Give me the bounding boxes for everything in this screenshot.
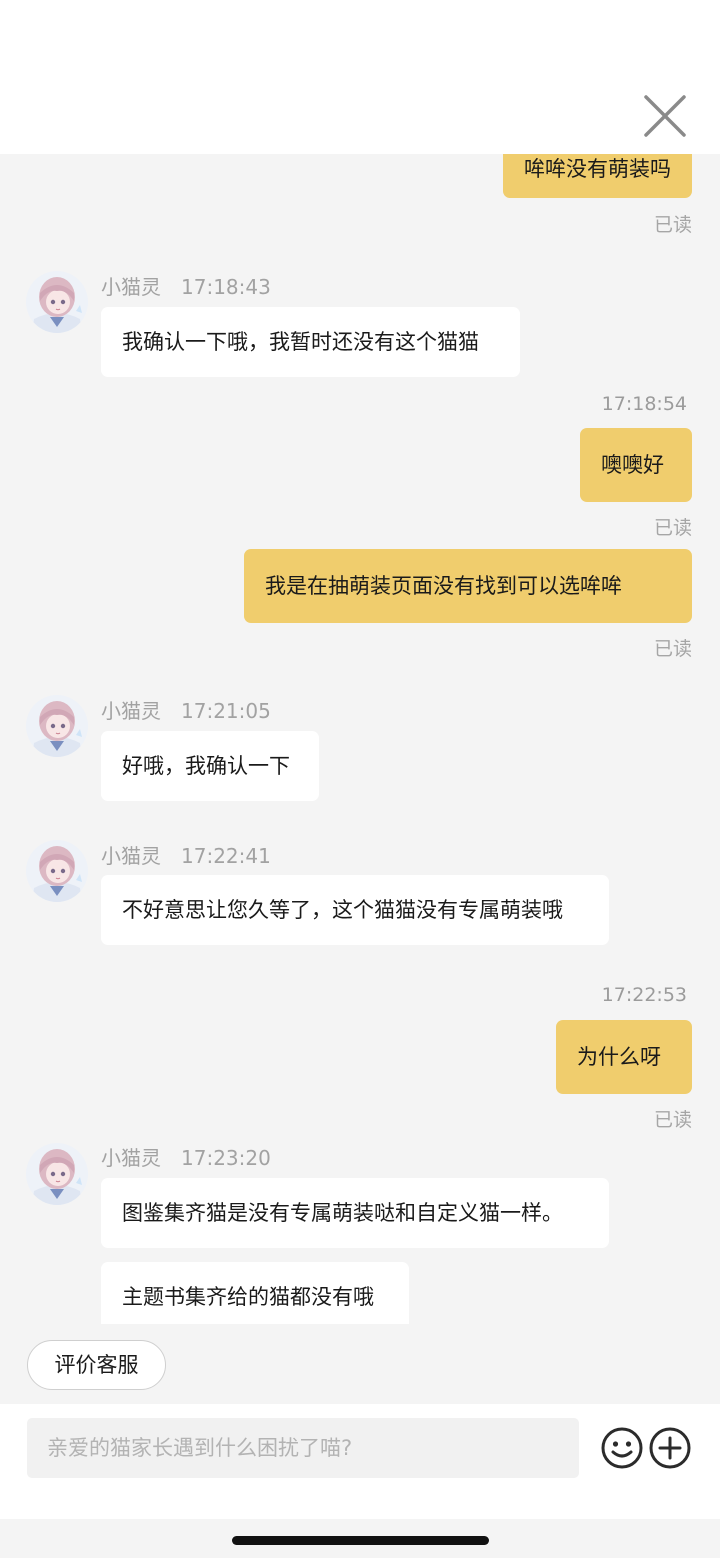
message-text: 我确认一下哦，我暂时还没有这个猫猫: [122, 330, 479, 354]
user-message-bubble: 我是在抽萌装页面没有找到可以选哞哞: [244, 549, 692, 623]
agent-message-bubble: 不好意思让您久等了，这个猫猫没有专属萌装哦: [101, 875, 609, 945]
agent-message-bubble: 我确认一下哦，我暂时还没有这个猫猫: [101, 307, 520, 377]
user-message-bubble: 哞哞没有萌装吗: [503, 154, 692, 198]
message-text: 好哦，我确认一下: [122, 754, 290, 778]
agent-message-bubble: 好哦，我确认一下: [101, 731, 319, 801]
agent-name: 小猫灵: [101, 275, 161, 299]
agent-message-bubble: 图鉴集齐猫是没有专属萌装哒和自定义猫一样。: [101, 1178, 609, 1248]
agent-meta: 小猫灵 17:21:05: [101, 695, 271, 724]
close-icon[interactable]: [640, 92, 690, 140]
message-text: 图鉴集齐猫是没有专属萌装哒和自定义猫一样。: [122, 1201, 563, 1225]
message-text: 为什么呀: [577, 1045, 661, 1069]
user-message-bubble: 为什么呀: [556, 1020, 692, 1094]
message-text: 噢噢好: [601, 453, 664, 477]
message-text: 我是在抽萌装页面没有找到可以选哞哞: [265, 574, 622, 598]
message-text: 不好意思让您久等了，这个猫猫没有专属萌装哦: [122, 898, 563, 922]
read-receipt: 已读: [653, 1109, 692, 1131]
home-indicator-area: [0, 1519, 720, 1558]
agent-message-bubble: 主题书集齐给的猫都没有哦: [101, 1262, 409, 1324]
agent-meta: 小猫灵 17:18:43: [101, 271, 271, 300]
user-message-bubble: 噢噢好: [580, 428, 692, 502]
agent-avatar[interactable]: [26, 840, 88, 902]
message-time: 17:23:20: [181, 1146, 271, 1170]
plus-circle-icon[interactable]: [648, 1426, 692, 1470]
rate-service-button[interactable]: 评价客服: [27, 1340, 166, 1390]
read-receipt: 已读: [653, 214, 692, 236]
message-time: 17:22:41: [181, 844, 271, 868]
emoji-icon[interactable]: [600, 1426, 644, 1470]
read-receipt: 已读: [653, 517, 692, 539]
message-input[interactable]: [27, 1418, 579, 1478]
agent-avatar[interactable]: [26, 1143, 88, 1205]
home-indicator[interactable]: [232, 1536, 489, 1545]
agent-name: 小猫灵: [101, 1146, 161, 1170]
agent-meta: 小猫灵 17:22:41: [101, 840, 271, 869]
chat-area[interactable]: 哞哞没有萌装吗 已读 小猫灵 17:18:43 我确认一下哦，我暂时还没有这个猫猫…: [0, 154, 720, 1324]
input-bar: [0, 1404, 720, 1519]
message-text: 哞哞没有萌装吗: [524, 157, 671, 181]
message-time: 17:22:53: [601, 984, 687, 1006]
agent-avatar[interactable]: [26, 695, 88, 757]
agent-name: 小猫灵: [101, 699, 161, 723]
message-time: 17:21:05: [181, 699, 271, 723]
agent-name: 小猫灵: [101, 844, 161, 868]
agent-meta: 小猫灵 17:23:20: [101, 1142, 271, 1171]
agent-avatar[interactable]: [26, 271, 88, 333]
message-time: 17:18:43: [181, 275, 271, 299]
read-receipt: 已读: [653, 638, 692, 660]
message-text: 主题书集齐给的猫都没有哦: [122, 1285, 374, 1309]
message-time: 17:18:54: [601, 393, 687, 415]
header: [0, 0, 720, 154]
